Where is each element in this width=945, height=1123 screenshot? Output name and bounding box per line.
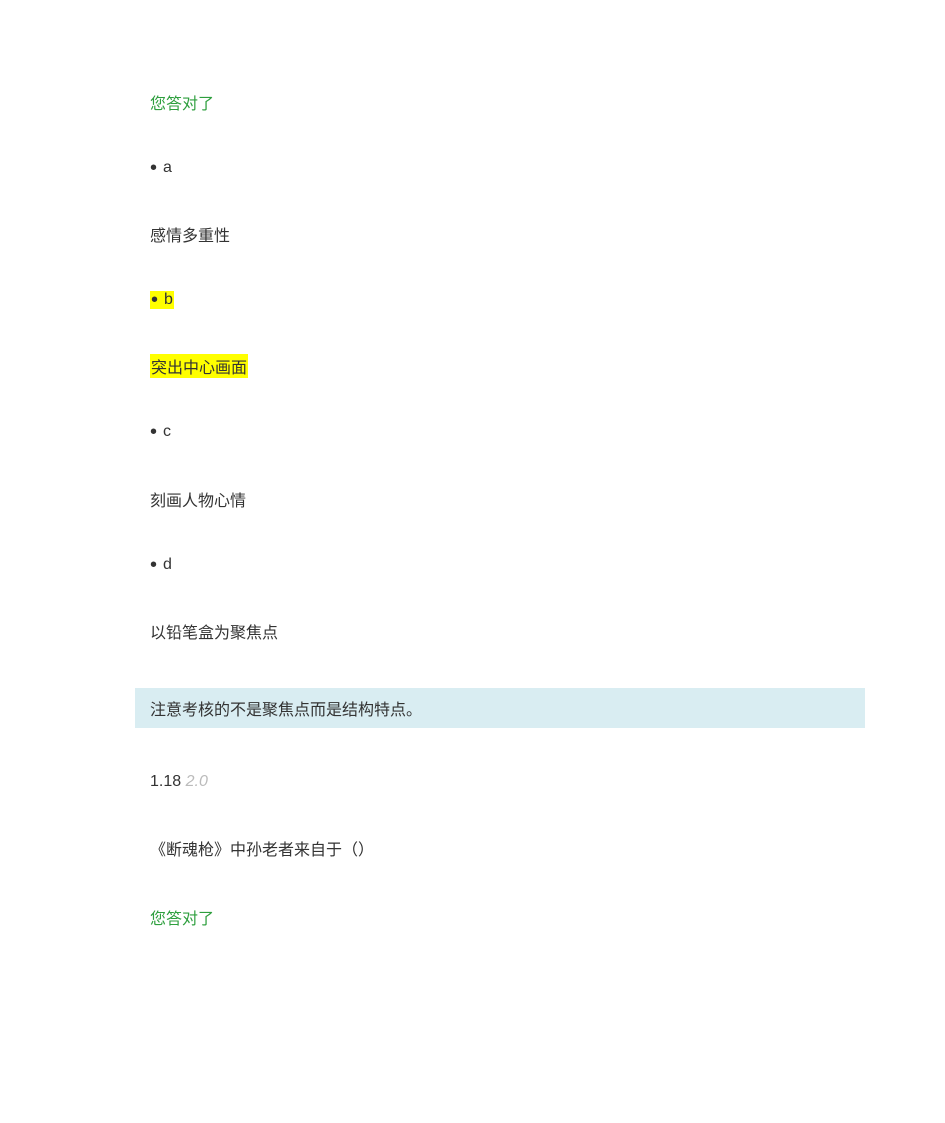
option-b-letter: •b <box>150 291 865 309</box>
correct-message: 您答对了 <box>150 90 865 114</box>
score-line: 1.18 2.0 <box>150 773 865 791</box>
bullet-icon: • <box>150 554 157 576</box>
score-earned: 1.18 <box>150 773 181 790</box>
option-letter-text: c <box>163 423 171 440</box>
note-box: 注意考核的不是聚焦点而是结构特点。 <box>135 688 865 728</box>
option-b-text-content: 突出中心画面 <box>150 354 248 378</box>
option-d-letter: •d <box>150 556 865 574</box>
question-text: 《断魂枪》中孙老者来自于（） <box>150 836 865 860</box>
score-total: 2.0 <box>186 773 208 790</box>
option-a-text: 感情多重性 <box>150 222 865 246</box>
option-letter-text: d <box>163 556 172 573</box>
option-letter-text: a <box>163 159 172 176</box>
option-a-letter: •a <box>150 159 865 177</box>
bullet-icon: • <box>151 289 158 311</box>
option-d-text: 以铅笔盒为聚焦点 <box>150 619 865 643</box>
option-b-text: 突出中心画面 <box>150 354 865 378</box>
correct-message: 您答对了 <box>150 905 865 929</box>
option-letter-text: b <box>164 291 173 308</box>
bullet-icon: • <box>150 421 157 443</box>
option-c-text: 刻画人物心情 <box>150 487 865 511</box>
option-c-letter: •c <box>150 423 865 441</box>
bullet-icon: • <box>150 157 157 179</box>
